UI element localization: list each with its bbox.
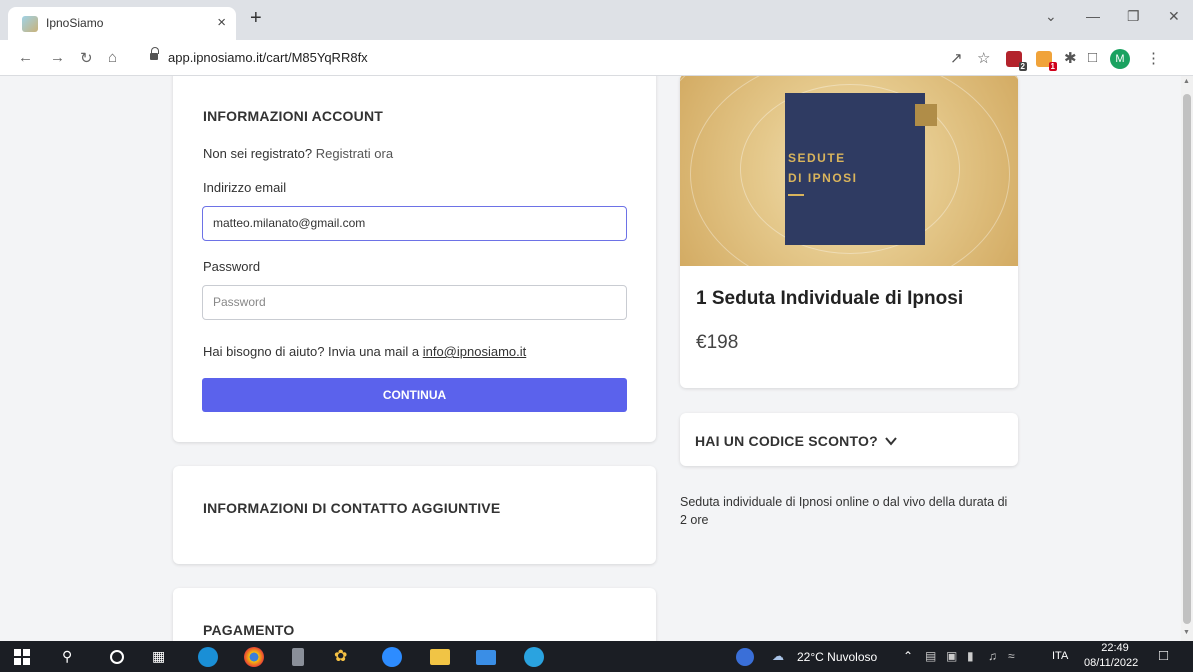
help-text: Hai bisogno di aiuto? Invia una mail a i… <box>203 344 526 359</box>
help-label: Hai bisogno di aiuto? Invia una mail a <box>203 344 420 359</box>
extension-icon[interactable]: 1 <box>1036 51 1057 71</box>
close-window-icon[interactable]: ✕ <box>1168 8 1180 25</box>
windows-start-icon[interactable] <box>14 649 30 665</box>
register-link[interactable]: Registrati ora <box>316 146 393 161</box>
extension-badge: 1 <box>1048 62 1057 71</box>
tray-icon[interactable]: ▤ <box>925 649 936 663</box>
volume-icon[interactable]: ♫ <box>988 649 997 663</box>
scroll-thumb[interactable] <box>1183 94 1191 624</box>
book-title-line1: SEDUTE <box>788 151 846 165</box>
account-heading: INFORMAZIONI ACCOUNT <box>203 108 384 124</box>
browser-tab[interactable]: IpnoSiamo × <box>8 7 236 40</box>
email-field[interactable]: matteo.milanato@gmail.com <box>202 206 627 241</box>
help-icon[interactable] <box>736 648 754 666</box>
lock-icon[interactable] <box>150 47 159 61</box>
continue-button[interactable]: CONTINUA <box>202 378 627 412</box>
sidebar-icon[interactable]: □ <box>1088 49 1097 66</box>
extension-badge: 2 <box>1018 62 1027 71</box>
battery-icon[interactable]: ▮ <box>967 649 974 663</box>
tab-close-icon[interactable]: × <box>217 14 226 31</box>
book-underline <box>788 194 804 196</box>
browser-toolbar: ← → ↻ ⌂ app.ipnosiamo.it/cart/M85YqRR8fx… <box>0 40 1193 76</box>
password-field[interactable]: Password <box>202 285 627 320</box>
wifi-icon[interactable]: ≈ <box>1008 649 1015 663</box>
scroll-down-icon[interactable]: ▼ <box>1183 629 1190 636</box>
password-label: Password <box>203 259 261 274</box>
account-card: INFORMAZIONI ACCOUNT Non sei registrato?… <box>173 76 656 442</box>
password-placeholder: Password <box>213 295 266 309</box>
payment-heading: PAGAMENTO <box>203 622 295 638</box>
shield-extension-icon[interactable]: 2 <box>1006 51 1027 71</box>
forward-icon[interactable]: → <box>50 49 65 66</box>
email-label: Indirizzo email <box>203 180 287 195</box>
new-tab-button[interactable]: + <box>250 7 262 30</box>
tab-bar: IpnoSiamo × + ⌄ — ❐ ✕ <box>0 0 1193 40</box>
mail-icon[interactable] <box>476 650 496 665</box>
scroll-up-icon[interactable]: ▲ <box>1183 78 1190 85</box>
file-explorer-icon[interactable] <box>430 649 450 665</box>
calculator-icon[interactable] <box>292 648 304 666</box>
contact-heading: INFORMAZIONI DI CONTATTO AGGIUNTIVE <box>203 500 501 516</box>
page-viewport: INFORMAZIONI ACCOUNT Non sei registrato?… <box>0 76 1181 641</box>
discount-label: HAI UN CODICE SCONTO? <box>695 433 878 449</box>
tab-search-icon[interactable]: ⌄ <box>1045 8 1057 25</box>
product-card: SEDUTE DI IPNOSI 1 Seduta Individuale di… <box>680 76 1018 388</box>
edge-icon[interactable] <box>198 647 218 667</box>
home-icon[interactable]: ⌂ <box>108 49 117 66</box>
contact-card: INFORMAZIONI DI CONTATTO AGGIUNTIVE <box>173 466 656 564</box>
cloud-icon: ☁ <box>772 649 784 663</box>
favicon-icon <box>22 16 38 32</box>
reload-icon[interactable]: ↻ <box>80 49 93 67</box>
tab-title: IpnoSiamo <box>46 16 104 30</box>
zoom-icon[interactable] <box>382 647 402 667</box>
tray-icon[interactable]: ▣ <box>946 649 957 663</box>
product-description: Seduta individuale di Ipnosi online o da… <box>680 495 1008 527</box>
page-scrollbar[interactable]: ▲ ▼ <box>1181 76 1193 641</box>
language-indicator[interactable]: ITA <box>1052 650 1068 662</box>
discount-card[interactable]: HAI UN CODICE SCONTO? <box>680 413 1018 466</box>
book-title: SEDUTE DI IPNOSI <box>788 148 858 188</box>
chrome-icon[interactable] <box>244 647 264 667</box>
cortana-icon[interactable] <box>110 650 124 664</box>
menu-icon[interactable]: ⋮ <box>1146 49 1161 67</box>
search-icon[interactable]: ⚲ <box>62 648 72 665</box>
star-icon[interactable]: ☆ <box>977 49 990 67</box>
help-email-link[interactable]: info@ipnosiamo.it <box>423 344 527 359</box>
product-image: SEDUTE DI IPNOSI <box>680 76 1018 266</box>
tray-chevron-icon[interactable]: ⌃ <box>903 649 913 663</box>
chevron-down-icon <box>885 437 897 446</box>
restore-icon[interactable]: ❐ <box>1127 8 1140 25</box>
book-bookmark <box>915 104 937 126</box>
not-registered-label: Non sei registrato? <box>203 146 313 161</box>
product-price: €198 <box>696 332 739 353</box>
address-bar[interactable]: app.ipnosiamo.it/cart/M85YqRR8fx <box>168 50 368 65</box>
product-title: 1 Seduta Individuale di Ipnosi <box>696 288 964 309</box>
clock-date[interactable]: 08/11/2022 <box>1084 657 1138 669</box>
task-view-icon[interactable]: ▦ <box>152 648 165 665</box>
paint-icon[interactable]: ✿ <box>334 646 347 666</box>
windows-taskbar: ⚲ ▦ ✿ ☁ 22°C Nuvoloso ⌃ ▤ ▣ ▮ ♫ ≈ ITA 22… <box>0 641 1193 672</box>
discount-toggle[interactable]: HAI UN CODICE SCONTO? <box>695 433 897 449</box>
clock-time[interactable]: 22:49 <box>1097 642 1133 654</box>
weather-text[interactable]: 22°C Nuvoloso <box>797 650 877 664</box>
minimize-icon[interactable]: — <box>1086 8 1100 24</box>
payment-card: PAGAMENTO <box>173 588 656 641</box>
book-title-line2: DI IPNOSI <box>788 171 858 185</box>
share-icon[interactable]: ↗ <box>950 49 963 67</box>
notification-icon[interactable]: □ <box>1159 647 1168 664</box>
back-icon[interactable]: ← <box>18 49 33 66</box>
profile-avatar[interactable]: M <box>1110 49 1130 69</box>
extensions-puzzle-icon[interactable]: ✱ <box>1064 49 1077 67</box>
not-registered-text: Non sei registrato? Registrati ora <box>203 146 393 161</box>
telegram-icon[interactable] <box>524 647 544 667</box>
